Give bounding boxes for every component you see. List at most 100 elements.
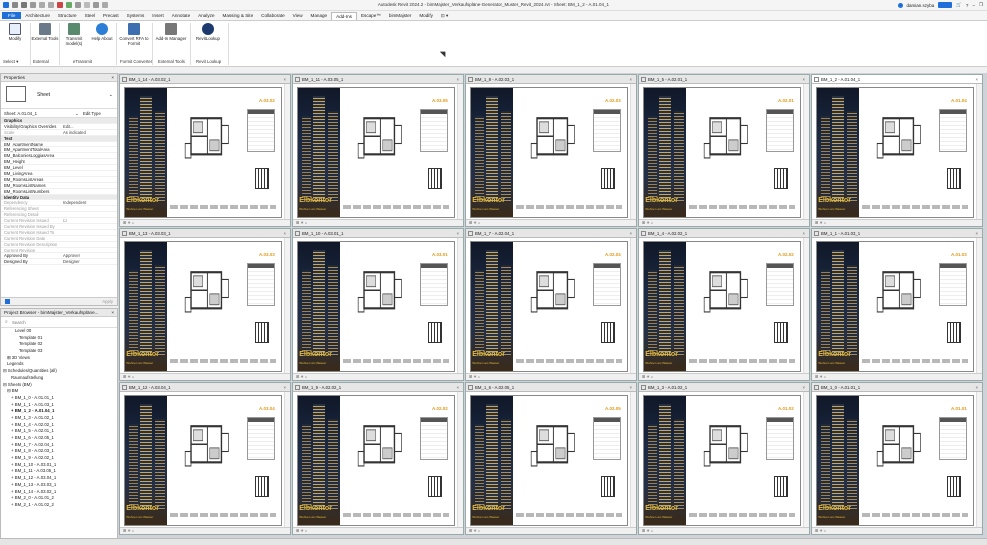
browser-tree-item[interactable]: + BM_1_13 - A.03.03_1 bbox=[1, 482, 117, 489]
tab-view[interactable]: View bbox=[289, 12, 307, 19]
view-control-bar[interactable]: ⊞ ☀ ⌂ bbox=[120, 219, 290, 226]
cloud-icon[interactable] bbox=[938, 2, 953, 8]
view-control-bar[interactable]: ⊞ ☀ ⌂ bbox=[639, 373, 809, 380]
view-tab[interactable]: BM_1_6 - A.02.05_1 × bbox=[466, 383, 636, 392]
browser-tree-item[interactable]: + BM_1_10 - A.03.01_1 bbox=[1, 462, 117, 469]
view-control-bar[interactable]: ⊞ ☀ ⌂ bbox=[812, 373, 982, 380]
minimize-icon[interactable]: – bbox=[972, 3, 975, 8]
view-tab[interactable]: BM_1_0 - A.01.01_1 × bbox=[812, 383, 982, 392]
sheet-view[interactable]: BM_1_4 - A.02.02_1 × Elbkontor Wohnen am Wa… bbox=[638, 228, 810, 381]
browser-tree-item[interactable]: + BM_1_12 - A.03.04_1 bbox=[1, 475, 117, 482]
browser-tree-item[interactable]: + BM_1_6 - A.02.05_1 bbox=[1, 435, 117, 442]
vertical-scrollbar[interactable] bbox=[457, 238, 463, 373]
sheet-canvas[interactable]: Elbkontor Wohnen am Wasser A.03.02 bbox=[124, 87, 282, 218]
sheet-canvas[interactable]: Elbkontor Wohnen am Wasser A.03.05 bbox=[297, 87, 455, 218]
tab-escape[interactable]: Escape™ bbox=[357, 12, 385, 19]
browser-tree-item[interactable]: + BM_1_4 - A.02.02_1 bbox=[1, 422, 117, 429]
sheet-view[interactable]: BM_1_1 - A.01.03_1 × Elbkontor Wohnen am Wa… bbox=[811, 228, 983, 381]
browser-tree-item[interactable]: + BM_2_1 - A.01.02_2 bbox=[1, 502, 117, 509]
close-icon[interactable]: × bbox=[975, 75, 978, 84]
sheet-view[interactable]: BM_1_7 - A.02.04_1 × Elbkontor Wohnen am Wa… bbox=[465, 228, 637, 381]
view-tab[interactable]: BM_1_5 - A.02.01_1 × bbox=[639, 75, 809, 84]
tab-architecture[interactable]: Architecture bbox=[21, 12, 54, 19]
browser-tree-item[interactable]: + BM_1_9 - A.02.02_1 bbox=[1, 455, 117, 462]
browser-tree-item[interactable]: + BM_1_1 - A.01.03_1 bbox=[1, 402, 117, 409]
help-about-button[interactable]: Help About bbox=[88, 23, 116, 41]
view-control-bar[interactable]: ⊞ ☀ ⌂ bbox=[639, 219, 809, 226]
vertical-scrollbar[interactable] bbox=[284, 392, 290, 527]
view-control-bar[interactable]: ⊞ ☀ ⌂ bbox=[466, 219, 636, 226]
sheet-canvas[interactable]: Elbkontor Wohnen am Wasser A.03.04 bbox=[124, 395, 282, 526]
restore-icon[interactable]: ❐ bbox=[979, 2, 983, 8]
browser-tree-item[interactable]: + BM_1_7 - A.02.04_1 bbox=[1, 442, 117, 449]
tab-add-ins[interactable]: Add-Ins bbox=[331, 11, 357, 20]
external-tools-button[interactable]: External Tools bbox=[31, 23, 59, 41]
panel-label-select[interactable]: Select ▾ bbox=[3, 59, 18, 65]
sheet-view[interactable]: BM_1_10 - A.03.01_1 × Elbkontor Wohnen am W… bbox=[292, 228, 464, 381]
cart-icon[interactable]: 🛒 bbox=[956, 2, 962, 8]
sheet-canvas[interactable]: Elbkontor Wohnen am Wasser A.01.01 bbox=[816, 395, 974, 526]
tab-structure[interactable]: Structure bbox=[54, 12, 81, 19]
search-box[interactable]: ⌕ bbox=[1, 317, 117, 328]
tab-annotate[interactable]: Annotate bbox=[168, 12, 194, 19]
user-icon[interactable] bbox=[897, 2, 903, 8]
view-control-bar[interactable]: ⊞ ☀ ⌂ bbox=[639, 527, 809, 534]
vertical-scrollbar[interactable] bbox=[976, 392, 982, 527]
vertical-scrollbar[interactable] bbox=[630, 84, 636, 219]
browser-tree-item[interactable]: + BM_1_0 - A.01.01_1 bbox=[1, 395, 117, 402]
sheet-canvas[interactable]: Elbkontor Wohnen am Wasser A.02.04 bbox=[470, 241, 628, 372]
browser-tree-item[interactable]: + BM_2_0 - A.01.01_2 bbox=[1, 495, 117, 502]
view-control-bar[interactable]: ⊞ ☀ ⌂ bbox=[120, 527, 290, 534]
browser-tree-item[interactable]: Template 02 bbox=[1, 341, 117, 348]
browser-tree-item[interactable]: + BM_1_3 - A.01.02_1 bbox=[1, 415, 117, 422]
close-icon[interactable]: × bbox=[283, 229, 286, 238]
tab-collaborate[interactable]: Collaborate bbox=[257, 12, 289, 19]
close-icon[interactable]: × bbox=[456, 75, 459, 84]
vertical-scrollbar[interactable] bbox=[457, 84, 463, 219]
sheet-view[interactable]: BM_1_11 - A.03.05_1 × Elbkontor Wohnen am W… bbox=[292, 74, 464, 227]
view-control-bar[interactable]: ⊞ ☀ ⌂ bbox=[812, 219, 982, 226]
vertical-scrollbar[interactable] bbox=[976, 238, 982, 373]
browser-tree-item[interactable]: + BM_1_11 - A.03.05_1 bbox=[1, 468, 117, 475]
modify-button[interactable]: Modify bbox=[1, 23, 29, 41]
vertical-scrollbar[interactable] bbox=[630, 392, 636, 527]
close-icon[interactable]: × bbox=[111, 75, 114, 80]
sheet-canvas[interactable]: Elbkontor Wohnen am Wasser A.01.03 bbox=[816, 241, 974, 372]
sheet-view[interactable]: BM_1_5 - A.02.01_1 × Elbkontor Wohnen am Wa… bbox=[638, 74, 810, 227]
properties-help-icon[interactable] bbox=[5, 299, 10, 304]
type-selector[interactable]: Sheet ⌄ bbox=[1, 82, 117, 109]
sheet-view[interactable]: BM_1_2 - A.01.04_1 × Elbkontor Wohnen am Wa… bbox=[811, 74, 983, 227]
sheet-view[interactable]: BM_1_9 - A.02.02_1 × Elbkontor Wohnen am Wa… bbox=[292, 382, 464, 535]
tab-file[interactable]: File bbox=[2, 12, 22, 19]
vertical-scrollbar[interactable] bbox=[457, 392, 463, 527]
browser-tree-item[interactable]: + BM_1_5 - A.02.01_1 bbox=[1, 428, 117, 435]
view-tab[interactable]: BM_1_2 - A.01.04_1 × bbox=[812, 75, 982, 84]
close-icon[interactable]: × bbox=[629, 229, 632, 238]
close-icon[interactable]: × bbox=[111, 310, 114, 315]
vertical-scrollbar[interactable] bbox=[976, 84, 982, 219]
view-tab[interactable]: BM_1_12 - A.03.04_1 × bbox=[120, 383, 290, 392]
view-control-bar[interactable]: ⊞ ☀ ⌂ bbox=[812, 527, 982, 534]
close-icon[interactable]: × bbox=[456, 383, 459, 392]
tab-insert[interactable]: Insert bbox=[148, 12, 168, 19]
close-icon[interactable]: × bbox=[283, 75, 286, 84]
view-tab[interactable]: BM_1_1 - A.01.03_1 × bbox=[812, 229, 982, 238]
browser-tree-item[interactable]: Template 03 bbox=[1, 348, 117, 355]
sheet-canvas[interactable]: Elbkontor Wohnen am Wasser A.01.02 bbox=[643, 395, 801, 526]
sheet-view[interactable]: BM_1_6 - A.02.05_1 × Elbkontor Wohnen am Wa… bbox=[465, 382, 637, 535]
sheet-view[interactable]: BM_1_3 - A.01.02_1 × Elbkontor Wohnen am Wa… bbox=[638, 382, 810, 535]
view-tab[interactable]: BM_1_8 - A.02.03_1 × bbox=[466, 75, 636, 84]
dropdown-icon[interactable]: ⌄ bbox=[75, 109, 79, 118]
view-control-bar[interactable]: ⊞ ☀ ⌂ bbox=[293, 373, 463, 380]
view-control-bar[interactable]: ⊞ ☀ ⌂ bbox=[120, 373, 290, 380]
chevron-down-icon[interactable]: ⌄ bbox=[109, 92, 113, 98]
sheet-canvas[interactable]: Elbkontor Wohnen am Wasser A.02.02 bbox=[643, 241, 801, 372]
vertical-scrollbar[interactable] bbox=[630, 238, 636, 373]
vertical-scrollbar[interactable] bbox=[803, 392, 809, 527]
close-icon[interactable]: × bbox=[629, 383, 632, 392]
sheet-canvas[interactable]: Elbkontor Wohnen am Wasser A.02.02 bbox=[297, 395, 455, 526]
addin-manager-button[interactable]: Add-In Manager bbox=[154, 23, 188, 41]
browser-tree-item[interactable]: + BM_1_2 - A.01.04_1 bbox=[1, 408, 117, 415]
revitlookup-button[interactable]: RevitLookup bbox=[192, 23, 224, 41]
browser-tree-item[interactable]: ⊟ Schedules/Quantities (all) bbox=[1, 368, 117, 375]
